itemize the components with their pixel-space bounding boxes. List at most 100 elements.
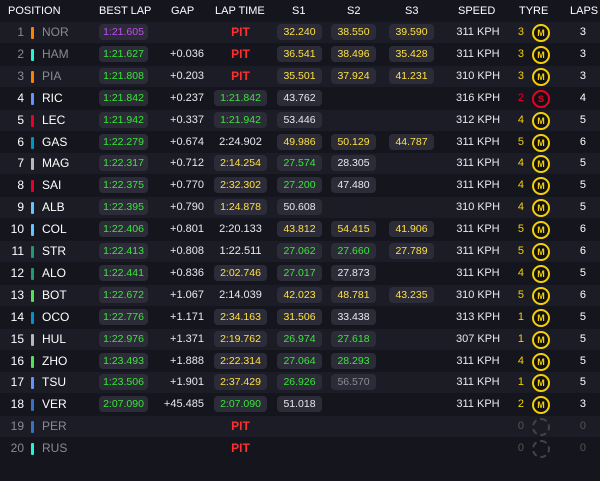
sector-s2-time: 28.305 [331, 155, 376, 172]
table-row[interactable]: 10 COL 1:22.406 +0.801 2:20.133 43.812 54.415 4… [0, 219, 600, 241]
gap-value: +0.036 [170, 47, 204, 60]
medium-tyre-icon: M [532, 155, 550, 174]
header-s3[interactable]: S3 [405, 5, 418, 17]
best-lap-time: 1:21.808 [99, 67, 148, 84]
best-lap-time: 1:21.627 [99, 45, 148, 62]
lap-time: 1:22.511 [219, 245, 262, 257]
best-lap-time: 1:22.279 [99, 133, 148, 150]
soft-tyre-icon: S [532, 89, 550, 108]
driver-code[interactable]: GAS [42, 132, 67, 153]
sector-s1-time: 53.446 [277, 111, 322, 128]
position-number: 16 [10, 353, 24, 368]
laps-count: 5 [579, 310, 586, 323]
driver-code[interactable]: BOT [42, 285, 67, 306]
table-row[interactable]: 3 PIA 1:21.808 +0.203 PIT 35.501 37.924 41.231 3… [0, 65, 600, 87]
driver-code[interactable]: ALO [42, 263, 66, 284]
table-row[interactable]: 11 STR 1:22.413 +0.808 1:22.511 27.062 27.660 2… [0, 241, 600, 262]
driver-code[interactable]: SAI [42, 175, 61, 196]
lap-time: 2:14.254 [214, 155, 267, 172]
table-row[interactable]: 19 PER PIT 0 0 [0, 416, 600, 438]
header-tyre[interactable]: TYRE [519, 5, 548, 17]
speed-trap: 311 KPH [456, 157, 500, 170]
table-row[interactable]: 6 GAS 1:22.279 +0.674 2:24.902 49.986 50.129 44… [0, 131, 600, 153]
driver-code[interactable]: ZHO [42, 351, 67, 372]
position-number: 18 [10, 397, 24, 412]
position-number: 12 [10, 265, 24, 280]
table-row[interactable]: 9 ALB 1:22.395 +0.790 1:24.878 50.608 310 KPH 4… [0, 197, 600, 219]
gap-value: +0.203 [170, 69, 204, 82]
table-header: POSITION BEST LAP GAP LAP TIME S1 S2 S3 … [0, 0, 600, 22]
position-number: 6 [17, 134, 24, 149]
table-row[interactable]: 15 HUL 1:22.976 +1.371 2:19.762 26.974 27.618 3… [0, 328, 600, 350]
speed-trap: 311 KPH [456, 135, 500, 148]
table-row[interactable]: 16 ZHO 1:23.493 +1.888 2:22.314 27.064 28.293 3… [0, 350, 600, 372]
sector-s2-time: 54.415 [331, 221, 376, 238]
table-row[interactable]: 2 HAM 1:21.627 +0.036 PIT 36.541 38.496 35.428 3… [0, 43, 600, 65]
driver-code[interactable]: RUS [42, 438, 67, 459]
driver-code[interactable]: COL [42, 219, 67, 240]
medium-tyre-icon: M [532, 111, 550, 130]
header-speed[interactable]: SPEED [458, 5, 495, 17]
sector-s2-time: 27.660 [331, 243, 376, 259]
table-row[interactable]: 7 MAG 1:22.317 +0.712 2:14.254 27.574 28.305 31… [0, 153, 600, 175]
team-color-bar [31, 224, 34, 237]
tyre-age: 0 [517, 442, 524, 455]
sector-s1-time: 27.017 [277, 264, 322, 281]
medium-tyre-icon: M [532, 330, 550, 349]
sector-s3-time: 43.235 [389, 286, 434, 303]
table-row[interactable]: 14 OCO 1:22.776 +1.171 2:34.163 31.506 33.438 3… [0, 306, 600, 328]
table-row[interactable]: 18 VER 2:07.090 +45.485 2:07.090 51.018 311 KP… [0, 394, 600, 416]
driver-code[interactable]: PER [42, 416, 67, 437]
header-gap[interactable]: GAP [171, 5, 194, 17]
sector-s2-time: 38.496 [331, 45, 376, 62]
lap-time: 2:22.314 [214, 352, 267, 369]
gap-value [156, 438, 204, 459]
speed-trap: 313 KPH [455, 310, 501, 323]
header-lap-time[interactable]: LAP TIME [215, 5, 265, 17]
medium-tyre-icon: M [532, 264, 550, 283]
driver-code[interactable]: OCO [42, 307, 69, 328]
position-number: 1 [17, 25, 24, 39]
speed-trap: 311 KPH [456, 398, 500, 411]
sector-s2-time: 37.924 [331, 67, 376, 84]
driver-code[interactable]: MAG [42, 153, 69, 174]
laps-count: 4 [579, 91, 586, 104]
no-tyre-icon [532, 418, 550, 437]
driver-code[interactable]: VER [42, 394, 67, 415]
driver-code[interactable]: STR [42, 241, 66, 262]
sector-s1-time: 35.501 [277, 67, 322, 84]
table-row[interactable]: 17 TSU 1:23.506 +1.901 2:37.429 26.926 56.570 3… [0, 372, 600, 394]
header-laps[interactable]: LAPS [570, 5, 598, 17]
laps-count: 5 [579, 266, 586, 279]
table-row[interactable]: 1 NOR 1:21.605 PIT 32.240 38.550 39.590 311 KPH… [0, 22, 600, 43]
driver-code[interactable]: HAM [42, 44, 69, 65]
driver-code[interactable]: ALB [42, 197, 65, 218]
gap-value: +0.836 [170, 266, 204, 279]
driver-code[interactable]: HUL [42, 329, 66, 350]
driver-code[interactable]: LEC [42, 110, 65, 131]
header-position[interactable]: POSITION [8, 5, 61, 17]
lap-time: 2:34.163 [214, 308, 267, 325]
driver-code[interactable]: TSU [42, 372, 66, 393]
team-color-bar [31, 202, 34, 215]
lap-time: 1:21.942 [214, 111, 267, 128]
driver-code[interactable]: RIC [42, 88, 63, 109]
team-color-bar [31, 399, 34, 412]
header-best-lap[interactable]: BEST LAP [99, 5, 151, 17]
sector-s2-time: 48.781 [331, 286, 376, 303]
header-s2[interactable]: S2 [347, 5, 360, 17]
best-lap-time: 1:22.976 [99, 330, 148, 347]
table-row[interactable]: 12 ALO 1:22.441 +0.836 2:02.746 27.017 27.873 3… [0, 262, 600, 284]
position-number: 17 [10, 375, 24, 390]
table-row[interactable]: 20 RUS PIT 0 0 [0, 438, 600, 460]
table-row[interactable]: 8 SAI 1:22.375 +0.770 2:32.302 27.200 47.480 31… [0, 175, 600, 197]
table-row[interactable]: 13 BOT 1:22.672 +1.067 2:14.039 42.023 48.781 4… [0, 284, 600, 306]
table-row[interactable]: 5 LEC 1:21.942 +0.337 1:21.942 53.446 312 KPH 4… [0, 109, 600, 131]
pit-indicator: PIT [231, 419, 250, 434]
speed-trap: 316 KPH [455, 91, 501, 104]
driver-code[interactable]: NOR [42, 22, 69, 43]
header-s1[interactable]: S1 [292, 5, 305, 17]
driver-code[interactable]: PIA [42, 66, 61, 87]
medium-tyre-icon: M [532, 286, 550, 305]
table-row[interactable]: 4 RIC 1:21.842 +0.237 1:21.842 43.762 316 KPH 2… [0, 87, 600, 109]
